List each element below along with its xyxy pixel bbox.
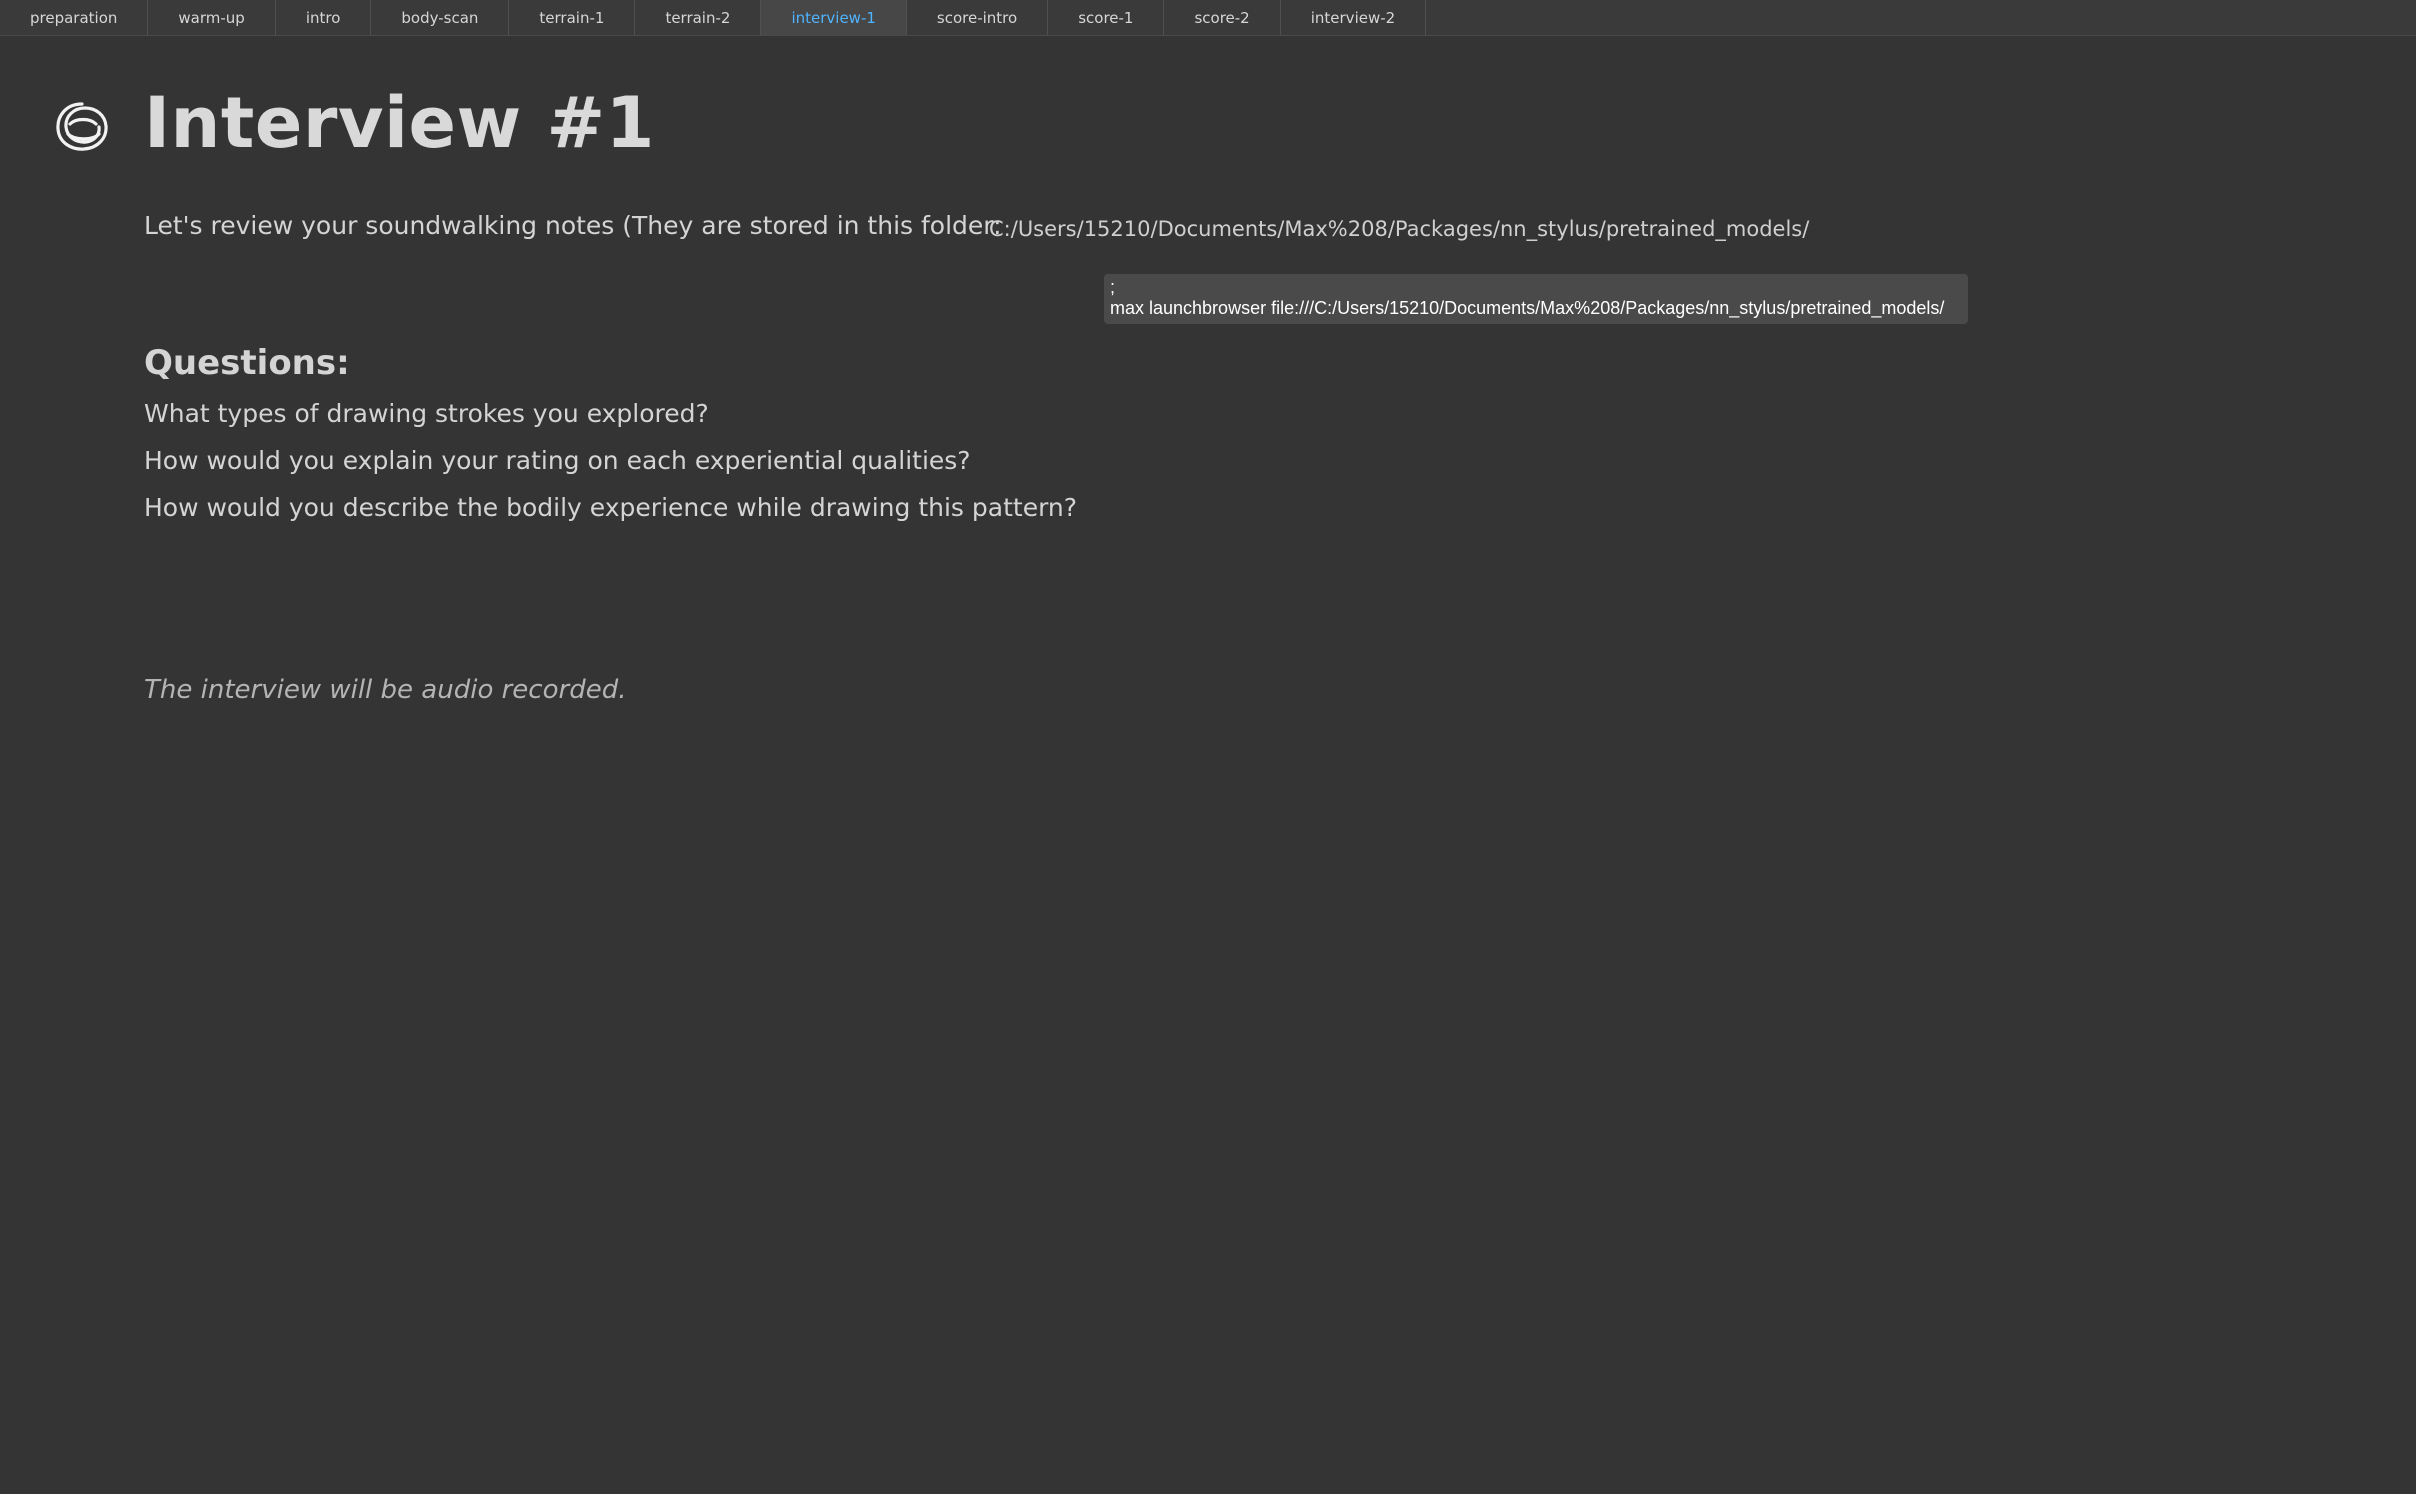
tab-score-1[interactable]: score-1 [1048,0,1165,35]
tab-interview-1[interactable]: interview-1 [761,0,907,35]
page-title: Interview #1 [144,82,655,164]
question-1: What types of drawing strokes you explor… [144,399,709,428]
folder-path: C:/Users/15210/Documents/Max%208/Package… [989,217,1810,241]
tab-body-scan[interactable]: body-scan [371,0,510,35]
question-2: How would you explain your rating on eac… [144,446,971,475]
notes-instruction: Let's review your soundwalking notes (Th… [144,211,1002,240]
scribble-circle-icon [52,96,112,156]
tab-preparation[interactable]: preparation [0,0,149,35]
tab-terrain-1[interactable]: terrain-1 [509,0,636,35]
recording-notice: The interview will be audio recorded. [144,675,627,705]
tab-intro[interactable]: intro [276,0,372,35]
message-line-1: ; [1110,277,1116,297]
tab-interview-2[interactable]: interview-2 [1281,0,1427,35]
questions-heading: Questions: [144,343,350,383]
tab-warm-up[interactable]: warm-up [148,0,276,35]
launchbrowser-message-box[interactable]: ; max launchbrowser file:///C:/Users/152… [1104,274,1968,324]
message-line-2: max launchbrowser file:///C:/Users/15210… [1110,298,1945,318]
tab-score-2[interactable]: score-2 [1164,0,1281,35]
tab-bar: preparation warm-up intro body-scan terr… [0,0,2416,36]
tab-terrain-2[interactable]: terrain-2 [635,0,762,35]
tab-score-intro[interactable]: score-intro [907,0,1049,35]
question-3: How would you describe the bodily experi… [144,493,1078,522]
